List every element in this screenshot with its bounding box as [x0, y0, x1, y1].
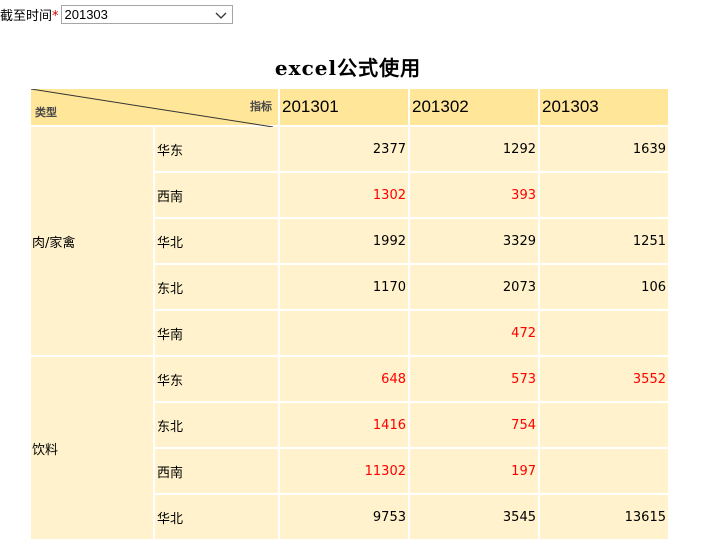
period-header: 201301: [278, 87, 410, 127]
value-cell: 1170: [278, 263, 410, 311]
region-cell: 东北: [153, 263, 280, 311]
date-filter: 截至时间* 201303: [0, 4, 233, 24]
region-cell: 华北: [153, 493, 280, 541]
value-cell: 472: [408, 309, 540, 357]
region-cell: 华东: [153, 125, 280, 173]
value-cell: 3552: [538, 355, 670, 403]
period-header: 201303: [538, 87, 670, 127]
table-row: 饮料 华东 648 573 3552: [29, 355, 670, 541]
value-cell: 573: [408, 355, 540, 403]
report-table: 类型 指标 201301 201302 201303 肉/家禽 华东 2377 129…: [29, 87, 670, 541]
value-cell: 1251: [538, 217, 670, 265]
region-cell: 华东: [153, 355, 280, 403]
date-filter-label: 截至时间*: [0, 8, 59, 24]
value-cell: 11302: [278, 447, 410, 495]
value-cell: 1416: [278, 401, 410, 449]
value-cell: [538, 171, 670, 219]
value-cell: 9753: [278, 493, 410, 541]
table-row: 肉/家禽 华东 2377 1292 1639: [29, 125, 670, 357]
value-cell: [538, 447, 670, 495]
header-row: 类型 指标 201301 201302 201303: [29, 87, 670, 127]
value-cell: [278, 309, 410, 357]
corner-header-cell: 类型 指标: [29, 87, 280, 127]
required-mark: *: [52, 8, 59, 24]
value-cell: 3329: [408, 217, 540, 265]
period-header: 201302: [408, 87, 540, 127]
report-title: excel公式使用: [274, 56, 422, 80]
value-cell: 754: [408, 401, 540, 449]
date-select[interactable]: 201303: [60, 4, 233, 24]
value-cell: [538, 401, 670, 449]
date-select-value: 201303: [64, 6, 108, 22]
value-cell: 648: [278, 355, 410, 403]
value-cell: 1302: [278, 171, 410, 219]
value-cell: 2073: [408, 263, 540, 311]
value-cell: 106: [538, 263, 670, 311]
chevron-down-icon: [215, 12, 226, 19]
value-cell: [538, 309, 670, 357]
region-cell: 东北: [153, 401, 280, 449]
value-cell: 3545: [408, 493, 540, 541]
region-cell: 西南: [153, 447, 280, 495]
value-cell: 13615: [538, 493, 670, 541]
diagonal-line: [31, 89, 274, 127]
value-cell: 1992: [278, 217, 410, 265]
corner-metric-label: 指标: [250, 100, 272, 113]
value-cell: 197: [408, 447, 540, 495]
corner-type-label: 类型: [35, 106, 57, 119]
region-cell: 西南: [153, 171, 280, 219]
report-body: 类型 指标 201301 201302 201303 肉/家禽 华东 2377 129…: [29, 87, 670, 541]
value-cell: 393: [408, 171, 540, 219]
region-cell: 华北: [153, 217, 280, 265]
value-cell: 1292: [408, 125, 540, 173]
category-cell: 肉/家禽: [29, 125, 155, 357]
value-cell: 2377: [278, 125, 410, 173]
value-cell: 1639: [538, 125, 670, 173]
region-cell: 华南: [153, 309, 280, 357]
category-cell: 饮料: [29, 355, 155, 541]
